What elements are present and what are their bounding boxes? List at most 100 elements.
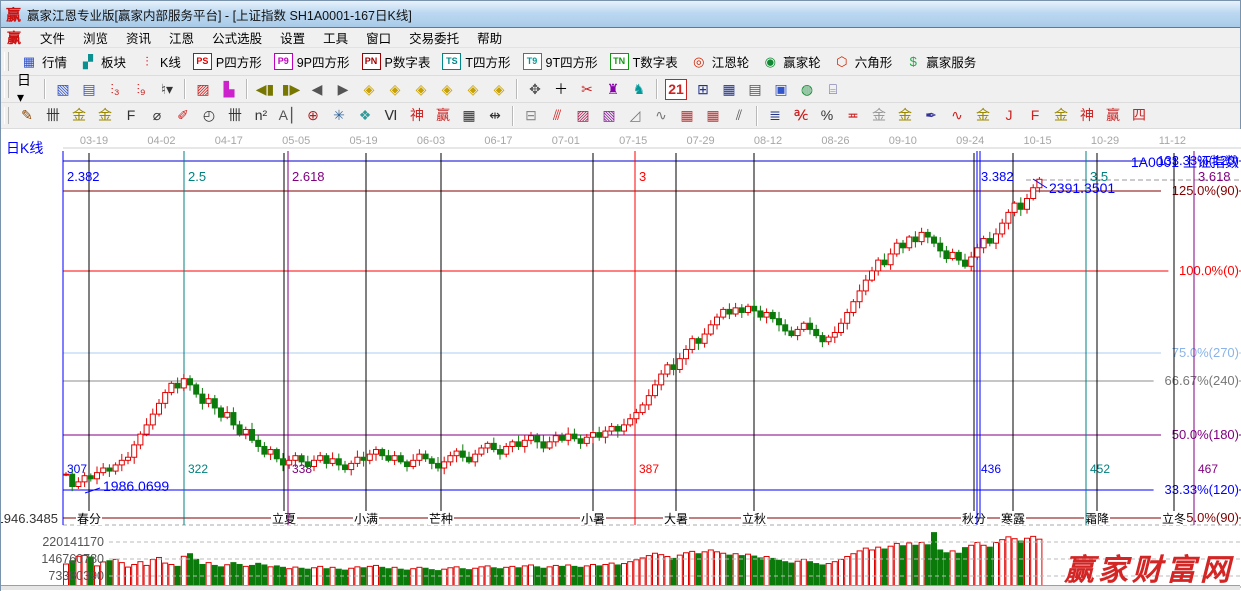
- gold-tri-button[interactable]: 金: [970, 104, 996, 127]
- winner-wheel-button[interactable]: ◉ 赢家轮: [755, 50, 827, 73]
- ink-pen-button[interactable]: ✒: [918, 104, 944, 127]
- 9p-square-button[interactable]: P9 9P四方形: [268, 50, 356, 73]
- kline-chart-svg[interactable]: 03-19 04-02 04-17 05-05 05-19 06-03 06-17 07-01…: [1, 129, 1241, 591]
- quotes-button[interactable]: ▦ 行情: [14, 50, 73, 73]
- hexagon-button[interactable]: ⬡ 六角形: [827, 50, 899, 73]
- fan-red-button[interactable]: ⫻: [544, 104, 570, 127]
- winner-service-button[interactable]: $ 赢家服务: [898, 50, 982, 73]
- f-lines-button[interactable]: F: [118, 104, 144, 127]
- calendar-21-button[interactable]: 21: [662, 77, 690, 102]
- web-square-button[interactable]: ❖: [352, 104, 378, 127]
- circle-cross-button[interactable]: ⊕: [300, 104, 326, 127]
- box-red-button[interactable]: ▨: [570, 104, 596, 127]
- gann-wheel-button[interactable]: ◎ 江恩轮: [684, 50, 756, 73]
- remote-button[interactable]: ⌸: [820, 78, 846, 101]
- vol-profile-button[interactable]: ≣: [762, 104, 788, 127]
- box-red2-button[interactable]: ▧: [596, 104, 622, 127]
- dia-left-button[interactable]: ◈: [356, 78, 382, 101]
- fan2-button[interactable]: ◿: [622, 104, 648, 127]
- curve9-button[interactable]: ⌀: [144, 104, 170, 127]
- first-button[interactable]: ◀▮: [252, 78, 278, 101]
- 9t-square-button[interactable]: T9 9T四方形: [517, 50, 604, 73]
- n2-button[interactable]: n²: [248, 104, 274, 127]
- box-tool-button[interactable]: ⊟: [518, 104, 544, 127]
- web-star-button[interactable]: ✳: [326, 104, 352, 127]
- pct-line-button[interactable]: ℀: [788, 104, 814, 127]
- gold-angle-button[interactable]: 金: [1048, 104, 1074, 127]
- grid-red-button[interactable]: ▦: [674, 104, 700, 127]
- p-square-button[interactable]: PS P四方形: [187, 50, 268, 73]
- toolbar-grip[interactable]: [4, 106, 9, 125]
- hand-button[interactable]: ✥: [522, 78, 548, 101]
- angle-a-button[interactable]: A⎮: [274, 104, 300, 127]
- menu-item-6[interactable]: 工具: [314, 26, 357, 49]
- percent-button[interactable]: %: [814, 104, 840, 127]
- ying-angle-button[interactable]: 赢: [1100, 104, 1126, 127]
- menu-item-7[interactable]: 窗口: [357, 26, 400, 49]
- histogram-button[interactable]: ▙: [216, 78, 242, 101]
- span-arrow-button[interactable]: ⇹: [482, 104, 508, 127]
- dia-all-button[interactable]: ◈: [486, 78, 512, 101]
- toolbar-grip[interactable]: [4, 52, 9, 71]
- gold-gann2-button[interactable]: 金: [92, 104, 118, 127]
- shen-angle-button[interactable]: 神: [1074, 104, 1100, 127]
- hatch2-button[interactable]: 卌: [222, 104, 248, 127]
- info-button[interactable]: ▤: [76, 78, 102, 101]
- chart3-button[interactable]: ⫶₃: [102, 78, 128, 101]
- menu-item-3[interactable]: 江恩: [160, 26, 203, 49]
- grid-count-button[interactable]: ▦: [456, 104, 482, 127]
- ying-button[interactable]: 赢: [430, 104, 456, 127]
- menu-item-8[interactable]: 交易委托: [400, 26, 468, 49]
- lines3-button[interactable]: ⫽: [726, 104, 752, 127]
- prev-button[interactable]: ◀: [304, 78, 330, 101]
- wave-a-button[interactable]: ∿: [944, 104, 970, 127]
- toolbar-grip[interactable]: [4, 79, 9, 99]
- tool-purple-button[interactable]: ♜: [600, 78, 626, 101]
- hatch-button[interactable]: 卌: [40, 104, 66, 127]
- k-box-button[interactable]: ▨: [190, 78, 216, 101]
- dia-right-button[interactable]: ◈: [382, 78, 408, 101]
- gold-eq-button[interactable]: 金: [892, 104, 918, 127]
- web-button[interactable]: ◍: [794, 78, 820, 101]
- dia-out-button[interactable]: ◈: [460, 78, 486, 101]
- cross-button[interactable]: ＋: [548, 78, 574, 101]
- tool-teal-button[interactable]: ♞: [626, 78, 652, 101]
- period-day-button[interactable]: 日 ▾: [14, 72, 40, 105]
- chart9-button[interactable]: ⫶₉: [128, 78, 154, 101]
- menu-item-1[interactable]: 浏览: [74, 26, 117, 49]
- gold-gann1-button[interactable]: 金: [66, 104, 92, 127]
- candle-style-button[interactable]: ♮▾: [154, 78, 180, 101]
- pct-div-button[interactable]: ≖: [840, 104, 866, 127]
- t-square-button[interactable]: TS T四方形: [436, 50, 516, 73]
- next-button[interactable]: ▶: [330, 78, 356, 101]
- data-table-button[interactable]: ▦: [716, 78, 742, 101]
- menu-item-5[interactable]: 设置: [271, 26, 314, 49]
- chart-pane[interactable]: 03-19 04-02 04-17 05-05 05-19 06-03 06-17 07-01…: [1, 129, 1241, 591]
- clock-cycle-button[interactable]: ◴: [196, 104, 222, 127]
- shen-button[interactable]: 神: [404, 104, 430, 127]
- waves-button[interactable]: ∿: [648, 104, 674, 127]
- gold-circle-button[interactable]: 金: [866, 104, 892, 127]
- save-button[interactable]: ▣: [768, 78, 794, 101]
- menu-item-2[interactable]: 资讯: [117, 26, 160, 49]
- t-table-button[interactable]: TN T数字表: [604, 50, 684, 73]
- zone-button[interactable]: ▧: [50, 78, 76, 101]
- kline-button[interactable]: ⫶ K线: [132, 50, 187, 73]
- dia-in-button[interactable]: ◈: [434, 78, 460, 101]
- menu-item-0[interactable]: 文件: [31, 26, 74, 49]
- menu-item-4[interactable]: 公式选股: [203, 26, 271, 49]
- sectors-button[interactable]: ▞ 板块: [73, 50, 132, 73]
- j-angle-button[interactable]: J: [996, 104, 1022, 127]
- cut-button[interactable]: ✂: [574, 78, 600, 101]
- si-angle-button[interactable]: 四: [1126, 104, 1152, 127]
- window-resize-edge[interactable]: [1, 585, 1240, 590]
- f-angle-button[interactable]: F: [1022, 104, 1048, 127]
- calculator-button[interactable]: ⊞: [690, 78, 716, 101]
- p-table-button[interactable]: PN P数字表: [356, 50, 437, 73]
- grid-red2-button[interactable]: ▦: [700, 104, 726, 127]
- notes-button[interactable]: ▤: [742, 78, 768, 101]
- dia-h-button[interactable]: ◈: [408, 78, 434, 101]
- title-bar[interactable]: 赢 赢家江恩专业版[赢家内部服务平台] - [上证指数 SH1A0001-167…: [1, 1, 1240, 28]
- last-button[interactable]: ▮▶: [278, 78, 304, 101]
- k-mark-button[interactable]: Ⅵ: [378, 104, 404, 127]
